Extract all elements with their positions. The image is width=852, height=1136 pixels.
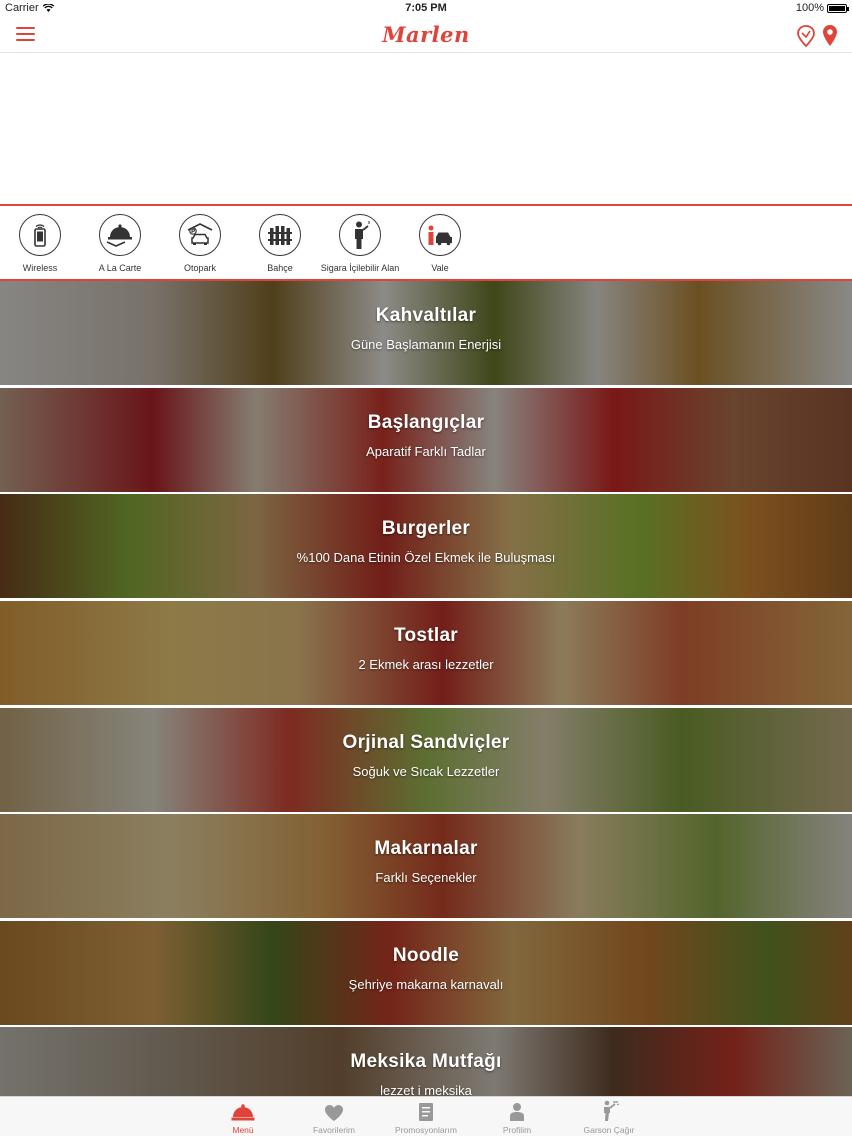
tab-label: Menü xyxy=(232,1125,254,1135)
category-subtitle: Güne Başlamanın Enerjisi xyxy=(350,337,502,352)
tab-label: Garson Çağır xyxy=(583,1125,635,1135)
route-pin-icon[interactable] xyxy=(796,24,816,48)
location-pin-icon[interactable] xyxy=(822,24,838,48)
category-title: Noodle xyxy=(392,945,460,966)
tab-garson-cagir[interactable]: Garson Çağır xyxy=(564,1100,654,1135)
feature-label: Vale xyxy=(431,263,449,273)
category-title: Kahvaltılar xyxy=(375,305,477,326)
status-bar: Carrier 7:05 PM 100% xyxy=(0,0,852,18)
waiter-icon xyxy=(604,1100,620,1121)
category-title: Başlangıçlar xyxy=(367,412,485,433)
feature-vale: Vale xyxy=(400,214,480,273)
feature-bahce: Bahçe xyxy=(240,214,320,273)
category-burgerler[interactable]: Burgerler %100 Dana Etinin Özel Ekmek il… xyxy=(0,494,852,598)
category-orjinal-sandvicler[interactable]: Orjinal Sandviçler Soğuk ve Sıcak Lezzet… xyxy=(0,708,852,812)
category-title: Makarnalar xyxy=(374,838,478,859)
feature-otopark: Otopark xyxy=(160,214,240,273)
feature-label: Wireless xyxy=(22,263,58,273)
tab-promosyonlarim[interactable]: Promosyonlarım xyxy=(381,1100,471,1135)
battery-percent: 100% xyxy=(795,2,824,14)
category-subtitle: 2 Ekmek arası lezzetler xyxy=(358,657,494,672)
category-baslangiclar[interactable]: Başlangıçlar Aparatif Farklı Tadlar xyxy=(0,388,852,492)
category-title: Orjinal Sandviçler xyxy=(342,732,510,753)
bottom-tab-bar: Menü Favorilerim Promosyonlarım Profilim… xyxy=(0,1096,852,1136)
valet-car-icon xyxy=(419,214,461,256)
smoking-person-icon xyxy=(339,214,381,256)
tab-menu[interactable]: Menü xyxy=(198,1100,288,1135)
category-tostlar[interactable]: Tostlar 2 Ekmek arası lezzetler xyxy=(0,601,852,705)
menu-category-list: Kahvaltılar Güne Başlamanın Enerjisi Baş… xyxy=(0,281,852,1096)
category-title: Tostlar xyxy=(393,625,459,646)
cloche-icon xyxy=(99,214,141,256)
category-subtitle: Aparatif Farklı Tadlar xyxy=(366,444,486,459)
battery-status: 100% xyxy=(795,2,849,14)
garden-fence-icon xyxy=(259,214,301,256)
feature-a-la-carte: A La Carte xyxy=(80,214,160,273)
navigation-bar: Marlen xyxy=(0,18,852,53)
parking-car-icon xyxy=(179,214,221,256)
feature-label: Otopark xyxy=(183,263,216,273)
battery-icon xyxy=(827,3,849,13)
cloche-icon xyxy=(231,1104,255,1121)
category-noodle[interactable]: Noodle Şehriye makarna karnavalı xyxy=(0,921,852,1025)
category-kahvaltilar[interactable]: Kahvaltılar Güne Başlamanın Enerjisi xyxy=(0,281,852,385)
phone-wifi-icon xyxy=(19,214,61,256)
category-subtitle: Soğuk ve Sıcak Lezzetler xyxy=(352,764,500,779)
category-makarnalar[interactable]: Makarnalar Farklı Seçenekler xyxy=(0,814,852,918)
category-title: Meksika Mutfağı xyxy=(350,1051,502,1072)
category-subtitle: lezzet i meksika xyxy=(380,1083,472,1096)
promo-banner-area xyxy=(0,54,852,204)
document-icon xyxy=(419,1103,433,1121)
person-icon xyxy=(510,1103,524,1121)
tab-favorilerim[interactable]: Favorilerim xyxy=(289,1100,379,1135)
app-logo: Marlen xyxy=(382,22,470,47)
feature-label: Sigara İçilebilir Alan xyxy=(320,263,400,273)
category-meksika-mutfagi[interactable]: Meksika Mutfağı lezzet i meksika xyxy=(0,1027,852,1096)
tab-profilim[interactable]: Profilim xyxy=(472,1100,562,1135)
category-subtitle: Şehriye makarna karnavalı xyxy=(348,977,504,992)
tab-label: Promosyonlarım xyxy=(395,1125,457,1135)
clock: 7:05 PM xyxy=(405,2,447,14)
feature-wireless: Wireless xyxy=(0,214,80,273)
tab-label: Favorilerim xyxy=(312,1125,356,1135)
features-strip: Wireless A La Carte Otopark Bahçe Sigara… xyxy=(0,204,852,281)
category-title: Burgerler xyxy=(381,518,471,539)
feature-label: Bahçe xyxy=(267,263,293,273)
heart-icon xyxy=(325,1105,343,1121)
category-subtitle: Farklı Seçenekler xyxy=(375,870,477,885)
feature-label: A La Carte xyxy=(98,263,142,273)
feature-sigara: Sigara İçilebilir Alan xyxy=(320,214,400,273)
tab-label: Profilim xyxy=(502,1125,532,1135)
category-subtitle: %100 Dana Etinin Özel Ekmek ile Buluşmas… xyxy=(296,550,556,565)
